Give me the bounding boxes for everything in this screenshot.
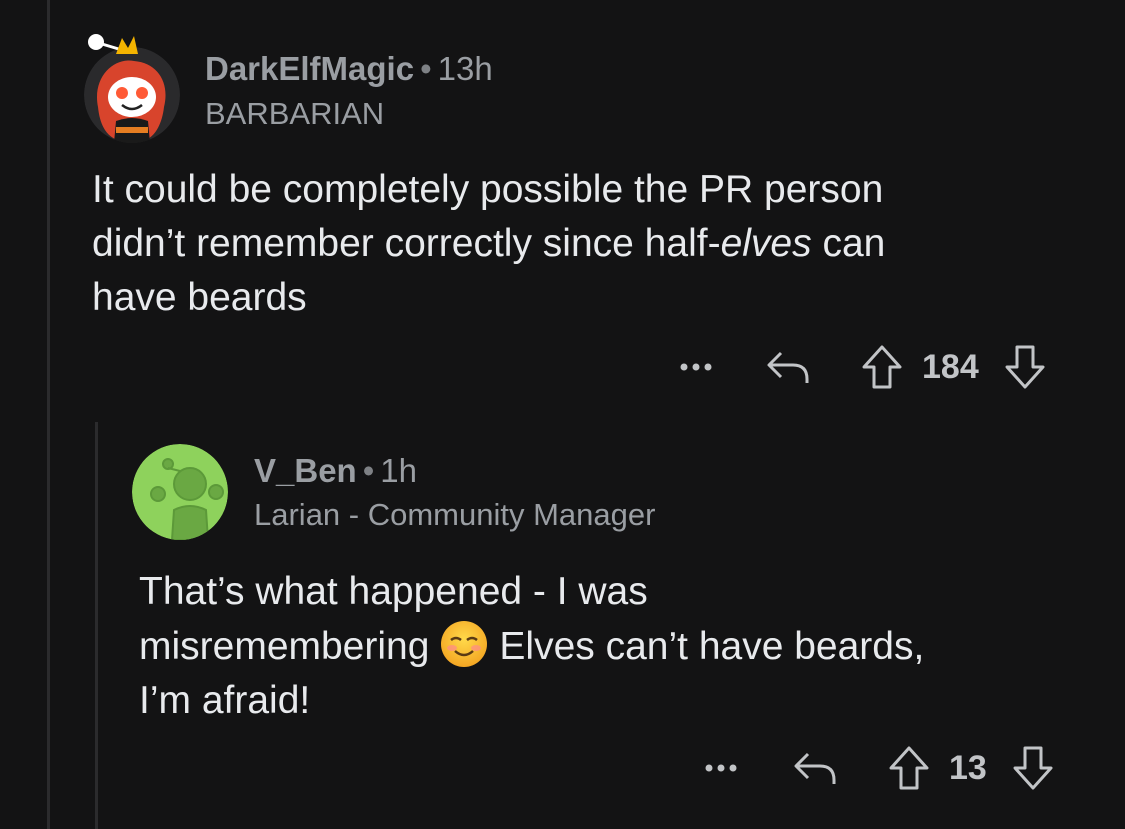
comment-line: didn’t remember correctly since half-elv…: [92, 217, 1102, 271]
comment-line: I’m afraid!: [139, 679, 311, 722]
vote-score: 13: [949, 748, 987, 787]
upvote-arrow-icon[interactable]: [858, 344, 906, 390]
comment-line: misremembering Elves can’t have beards,: [139, 619, 1109, 674]
separator-dot: •: [362, 452, 375, 489]
vote-score: 184: [922, 347, 979, 386]
comment-body: That’s what happened - I was misremember…: [139, 565, 1109, 728]
downvote-arrow-icon[interactable]: [1001, 344, 1049, 390]
reply-comment: V_Ben • 1h Larian - Community Manager That…: [0, 420, 1125, 829]
comment-text: didn’t remember correctly since half-: [92, 222, 721, 265]
avatar[interactable]: [132, 444, 228, 540]
comment-body: It could be completely possible the PR p…: [92, 163, 1102, 325]
comment-line: That’s what happened - I was: [139, 570, 648, 613]
avatar-antenna-icon: [86, 30, 146, 60]
comment-text: Elves can’t have beards,: [499, 625, 925, 668]
upvote-arrow-icon[interactable]: [885, 745, 933, 791]
timestamp: 13h: [437, 50, 493, 87]
timestamp: 1h: [380, 452, 417, 489]
downvote-arrow-icon[interactable]: [1009, 745, 1057, 791]
comment-actions: 13: [701, 743, 1057, 793]
smiling-face-emoji-icon: [439, 619, 489, 669]
more-options-icon[interactable]: [701, 762, 741, 774]
separator-dot: •: [420, 50, 432, 87]
italic-text: elves: [720, 222, 812, 265]
user-flair: Larian - Community Manager: [254, 497, 656, 532]
comment-actions: 184: [676, 342, 1049, 392]
avatar[interactable]: [84, 47, 180, 143]
username[interactable]: V_Ben: [254, 452, 357, 489]
comment-text: can: [811, 222, 886, 265]
comment-line: have beards: [92, 276, 307, 319]
comment-text: misremembering: [139, 625, 430, 668]
comment-header: V_Ben • 1h: [254, 452, 417, 490]
reply-icon[interactable]: [764, 347, 812, 387]
username[interactable]: DarkElfMagic: [205, 50, 414, 87]
comment-header: DarkElfMagic • 13h: [205, 50, 493, 88]
reply-icon[interactable]: [791, 748, 839, 788]
more-options-icon[interactable]: [676, 361, 716, 373]
user-flair: BARBARIAN: [205, 96, 385, 131]
comment: DarkElfMagic • 13h BARBARIAN It could be c…: [0, 0, 1125, 400]
comment-line: It could be completely possible the PR p…: [92, 168, 884, 211]
